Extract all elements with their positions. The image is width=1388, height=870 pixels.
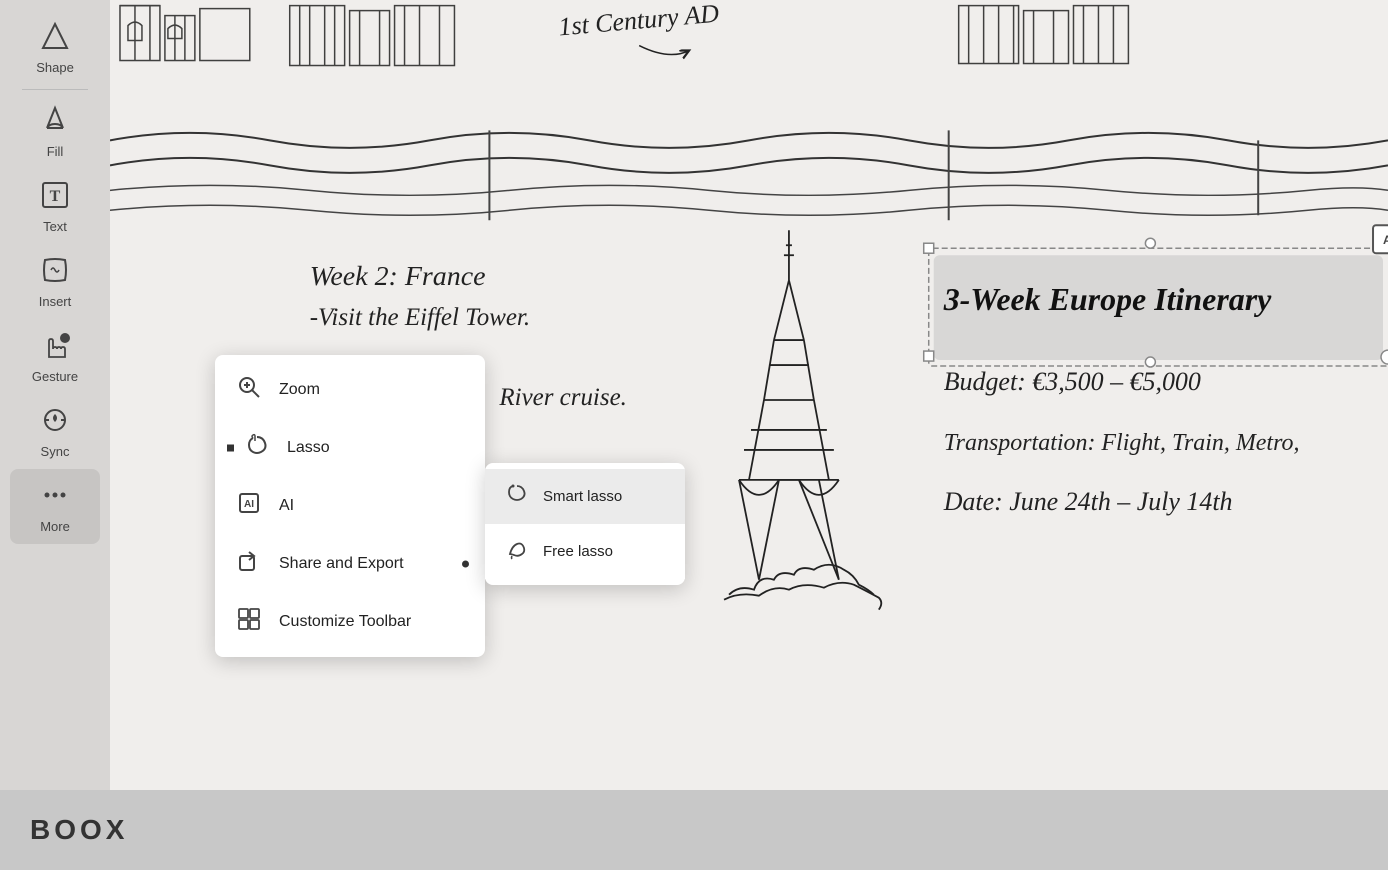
insert-icon (39, 254, 71, 291)
menu-item-lasso[interactable]: Lasso Smart lasso (215, 419, 485, 477)
smart-lasso-icon (505, 483, 529, 510)
share-icon (235, 549, 263, 579)
dropdown-menu: Zoom Lasso (215, 355, 485, 657)
toolbar-item-more[interactable]: More (10, 469, 100, 544)
lasso-dot (227, 445, 234, 452)
toolbar-item-insert[interactable]: Insert (10, 244, 100, 319)
zoom-label: Zoom (279, 381, 320, 399)
menu-item-share[interactable]: Share and Export (215, 535, 485, 593)
toolbar-divider-1 (22, 89, 88, 90)
svg-text:River cruise.: River cruise. (498, 384, 627, 411)
lasso-icon (243, 433, 271, 463)
menu-item-zoom[interactable]: Zoom (215, 361, 485, 419)
gesture-icon (39, 329, 71, 366)
svg-text:Date: June 24th – July 14th: Date: June 24th – July 14th (943, 487, 1233, 516)
zoom-icon (235, 375, 263, 405)
share-dot (462, 561, 469, 568)
gesture-label: Gesture (32, 369, 78, 384)
device-frame: 1st Century AD Week 2: France -Visit the… (0, 0, 1388, 870)
boox-logo: BOOX (30, 814, 128, 846)
insert-label: Insert (39, 294, 72, 309)
free-lasso-icon (505, 538, 529, 565)
svg-text:Transportation: Flight, Train,: Transportation: Flight, Train, Metro, (944, 430, 1300, 456)
text-label: Text (43, 219, 67, 234)
toolbar: Shape Fill T Text (0, 0, 110, 790)
ai-menu-icon: AI (235, 491, 263, 521)
svg-text:T: T (50, 188, 61, 205)
shape-icon (39, 20, 71, 57)
svg-text:Week 2: France: Week 2: France (310, 261, 486, 292)
smart-lasso-label: Smart lasso (543, 488, 622, 505)
toolbar-item-gesture[interactable]: Gesture (10, 319, 100, 394)
share-label: Share and Export (279, 555, 404, 573)
lasso-label: Lasso (287, 439, 330, 457)
toolbar-item-shape[interactable]: Shape (10, 10, 100, 85)
customize-icon (235, 607, 263, 637)
toolbar-item-text[interactable]: T Text (10, 169, 100, 244)
customize-label: Customize Toolbar (279, 613, 411, 631)
toolbar-item-fill[interactable]: Fill (10, 94, 100, 169)
more-icon (39, 479, 71, 516)
free-lasso-label: Free lasso (543, 543, 613, 560)
shape-label: Shape (36, 60, 74, 75)
svg-text:AI: AI (1383, 233, 1388, 247)
fill-icon (39, 104, 71, 141)
menu-item-ai[interactable]: AI AI (215, 477, 485, 535)
sync-label: Sync (41, 444, 70, 459)
toolbar-item-sync[interactable]: Sync (10, 394, 100, 469)
sync-icon (39, 404, 71, 441)
submenu: Smart lasso Free lasso (485, 463, 685, 585)
fill-label: Fill (47, 144, 64, 159)
more-label: More (40, 519, 70, 534)
ai-label: AI (279, 497, 294, 515)
text-icon: T (39, 179, 71, 216)
menu-item-customize[interactable]: Customize Toolbar (215, 593, 485, 651)
svg-text:-Visit the Eiffel Tower.: -Visit the Eiffel Tower. (310, 304, 530, 331)
bottom-bar: BOOX (0, 790, 1388, 870)
submenu-item-smart-lasso[interactable]: Smart lasso (485, 469, 685, 524)
submenu-item-free-lasso[interactable]: Free lasso (485, 524, 685, 579)
svg-text:AI: AI (244, 499, 254, 510)
svg-text:3-Week Europe Itinerary: 3-Week Europe Itinerary (943, 282, 1272, 317)
svg-text:Budget: €3,500 – €5,000: Budget: €3,500 – €5,000 (944, 367, 1201, 396)
